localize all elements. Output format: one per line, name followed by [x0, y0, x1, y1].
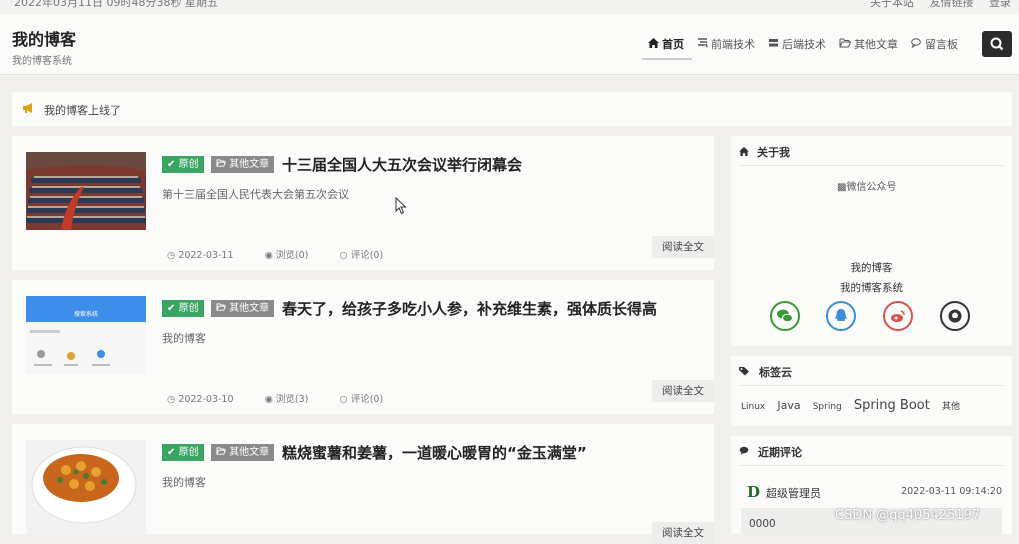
comment-author[interactable]: D 超级管理员 — [747, 483, 821, 501]
post-thumbnail[interactable]: 搜索系统 — [26, 296, 146, 374]
post-date: ◷ 2022-03-11 — [167, 250, 234, 261]
post-comments: ○ 评论(0) — [339, 394, 384, 405]
divider — [739, 165, 1004, 166]
nav-label: 首页 — [662, 38, 684, 51]
author-desc: 我的博客系统 — [840, 282, 903, 294]
post-summary: 第十三届全国人民代表大会第五次会议 — [162, 188, 349, 201]
folder-open-icon — [216, 303, 227, 311]
tag-list: Linux Java Spring Spring Boot 其他 — [741, 394, 967, 413]
nav-item-backend[interactable]: 后端技术 — [768, 34, 826, 54]
link-friend-links[interactable]: 友情链接 — [930, 0, 974, 9]
wechat-icon — [777, 309, 793, 323]
post-summary: 我的博客 — [162, 332, 206, 345]
category-badge[interactable]: 其他文章 — [211, 444, 275, 461]
original-badge: ✔ 原创 — [162, 300, 204, 317]
folder-open-icon — [216, 447, 227, 455]
post-views: ◉ 浏览(0) — [264, 250, 309, 261]
nav-item-guestbook[interactable]: 留言板 — [911, 34, 958, 54]
nav-item-other[interactable]: 其他文章 — [839, 34, 898, 54]
top-links: 关于本站 友情链接 登录 — [858, 0, 1011, 10]
post-meta: ◷ 2022-03-10 ◉ 浏览(3) ○ 评论(0) — [167, 391, 411, 405]
comment-time: 2022-03-11 09:14:20 — [901, 486, 1002, 497]
site-header: 我的博客 我的博客系统 首页 前端技术 后端技术 其他文章 留言板 — [0, 14, 1019, 75]
post-comments: ○ 评论(0) — [339, 250, 384, 261]
server-icon — [768, 38, 779, 51]
folder-open-icon — [839, 38, 852, 51]
tag-spring-boot[interactable]: Spring Boot — [854, 398, 930, 413]
nav-label: 后端技术 — [782, 38, 826, 51]
category-badge[interactable]: 其他文章 — [211, 156, 275, 173]
nav-item-home[interactable]: 首页 — [648, 34, 684, 54]
qq-button[interactable] — [826, 301, 856, 331]
tag-other[interactable]: 其他 — [942, 402, 960, 412]
widget-title: 标签云 — [739, 364, 792, 380]
mouse-cursor-icon — [395, 197, 407, 215]
comments-icon — [739, 446, 750, 459]
about-widget: 关于我 ▩微信公众号 我的博客 我的博客系统 — [731, 136, 1012, 346]
tag-java[interactable]: Java — [777, 399, 800, 412]
author-avatar: D — [747, 483, 761, 501]
post-card: ✔ 原创 其他文章 十三届全国人大五次会议举行闭幕会 第十三届全国人民代表大会第… — [12, 136, 714, 270]
original-badge: ✔ 原创 — [162, 444, 204, 461]
post-title[interactable]: 春天了，给孩子多吃小人参，补充维生素，强体质长得高 — [282, 298, 657, 319]
link-about-site[interactable]: 关于本站 — [870, 0, 914, 9]
tag-spring[interactable]: Spring — [813, 402, 842, 412]
weibo-button[interactable] — [883, 301, 913, 331]
comments-icon — [911, 37, 922, 51]
wechat-button[interactable] — [770, 301, 800, 331]
site-title[interactable]: 我的博客 — [12, 26, 76, 50]
wechat-qrcode-image: ▩微信公众号 — [837, 182, 897, 193]
site-subtitle: 我的博客系统 — [12, 56, 72, 67]
post-title[interactable]: 糕烧蜜薯和姜薯，一道暖心暖胃的“金玉满堂” — [282, 442, 587, 463]
home-icon — [648, 37, 659, 51]
home-icon — [739, 146, 749, 159]
tag-linux[interactable]: Linux — [741, 402, 765, 412]
github-icon — [948, 309, 962, 323]
post-summary: 我的博客 — [162, 476, 206, 489]
divider — [739, 465, 1004, 466]
nav-active-underline — [642, 58, 692, 60]
search-icon — [990, 37, 1004, 51]
post-card: ✔ 原创 其他文章 糕烧蜜薯和姜薯，一道暖心暖胃的“金玉满堂” 我的博客 阅读全… — [12, 424, 714, 544]
widget-title: 关于我 — [739, 144, 790, 160]
search-button[interactable] — [982, 31, 1012, 57]
comment-text[interactable]: 0000 — [749, 518, 776, 530]
post-views: ◉ 浏览(3) — [264, 394, 309, 405]
post-title[interactable]: 十三届全国人大五次会议举行闭幕会 — [282, 154, 522, 175]
current-datetime: 2022年03月11日 09时48分38秒 星期五 — [14, 0, 218, 9]
folder-open-icon — [216, 159, 227, 167]
post-thumbnail[interactable] — [26, 440, 146, 534]
nav-label: 留言板 — [925, 38, 958, 51]
link-login[interactable]: 登录 — [989, 0, 1011, 9]
main-nav: 首页 前端技术 后端技术 其他文章 留言板 — [648, 34, 971, 54]
category-badge[interactable]: 其他文章 — [211, 300, 275, 317]
author-name: 我的博客 — [850, 262, 893, 274]
read-more-button[interactable]: 阅读全文 — [652, 236, 714, 258]
thumb-header-text: 搜索系统 — [74, 310, 98, 318]
original-badge: ✔ 原创 — [162, 156, 204, 173]
nav-item-frontend[interactable]: 前端技术 — [697, 34, 755, 54]
post-meta: ◷ 2022-03-11 ◉ 浏览(0) ○ 评论(0) — [167, 247, 411, 261]
post-thumbnail[interactable] — [26, 152, 146, 230]
read-more-button[interactable]: 阅读全文 — [652, 380, 714, 402]
read-more-button[interactable]: 阅读全文 — [652, 522, 714, 544]
watermark-text: CSDN @qq405425197 — [835, 508, 981, 523]
code-icon — [697, 37, 708, 51]
divider — [739, 385, 1004, 386]
tags-icon — [739, 366, 751, 379]
widget-title: 近期评论 — [739, 444, 802, 460]
post-date: ◷ 2022-03-10 — [167, 394, 234, 405]
bullhorn-icon — [22, 102, 35, 117]
tag-cloud-widget: 标签云 Linux Java Spring Spring Boot 其他 — [731, 356, 1012, 426]
nav-label: 前端技术 — [711, 38, 755, 51]
notice-bar: 我的博客上线了 — [12, 92, 1012, 126]
top-bar: 2022年03月11日 09时48分38秒 星期五 关于本站 友情链接 登录 — [0, 0, 1019, 14]
post-card: 搜索系统 ✔ 原创 其他文章 春天了，给孩子多吃小人参，补充维生素，强体质长得高… — [12, 280, 714, 414]
nav-label: 其他文章 — [854, 38, 898, 51]
notice-text: 我的博客上线了 — [44, 104, 121, 117]
qq-icon — [835, 309, 847, 321]
weibo-icon — [891, 310, 905, 322]
github-button[interactable] — [940, 301, 970, 331]
